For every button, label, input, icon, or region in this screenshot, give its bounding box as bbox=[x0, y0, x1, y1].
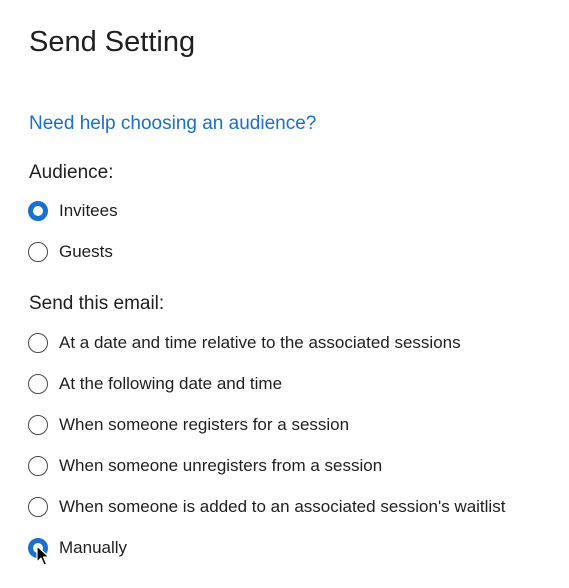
invitees-label: Invitees bbox=[59, 201, 118, 220]
waitlist-label: When someone is added to an associated s… bbox=[59, 497, 506, 516]
send-option-fixed-date[interactable]: At the following date and time bbox=[28, 371, 282, 397]
send-option-relative-date[interactable]: At a date and time relative to the assoc… bbox=[28, 330, 461, 356]
manually-label: Manually bbox=[59, 538, 128, 557]
waitlist-radio[interactable] bbox=[28, 497, 48, 517]
send-option-registers[interactable]: When someone registers for a session bbox=[28, 412, 349, 438]
audience-help-link[interactable]: Need help choosing an audience? bbox=[29, 111, 316, 137]
registers-radio[interactable] bbox=[28, 415, 48, 435]
fixed-date-radio[interactable] bbox=[28, 374, 48, 394]
guests-label: Guests bbox=[59, 242, 113, 261]
audience-option-guests[interactable]: Guests bbox=[28, 239, 113, 265]
send-email-label: Send this email: bbox=[29, 293, 165, 314]
unregisters-radio[interactable] bbox=[28, 456, 48, 476]
audience-label: Audience: bbox=[29, 162, 114, 183]
invitees-radio[interactable] bbox=[28, 201, 48, 221]
guests-radio[interactable] bbox=[28, 242, 48, 262]
send-option-waitlist[interactable]: When someone is added to an associated s… bbox=[28, 494, 505, 520]
manually-radio[interactable] bbox=[28, 538, 48, 558]
fixed-date-label: At the following date and time bbox=[59, 374, 283, 393]
send-option-unregisters[interactable]: When someone unregisters from a session bbox=[28, 453, 382, 479]
registers-label: When someone registers for a session bbox=[59, 415, 350, 434]
page-title: Send Setting bbox=[29, 26, 196, 58]
unregisters-label: When someone unregisters from a session bbox=[59, 456, 383, 475]
relative-date-radio[interactable] bbox=[28, 333, 48, 353]
send-option-manually[interactable]: Manually bbox=[28, 535, 127, 561]
relative-date-label: At a date and time relative to the assoc… bbox=[59, 333, 461, 352]
audience-option-invitees[interactable]: Invitees bbox=[28, 198, 118, 224]
